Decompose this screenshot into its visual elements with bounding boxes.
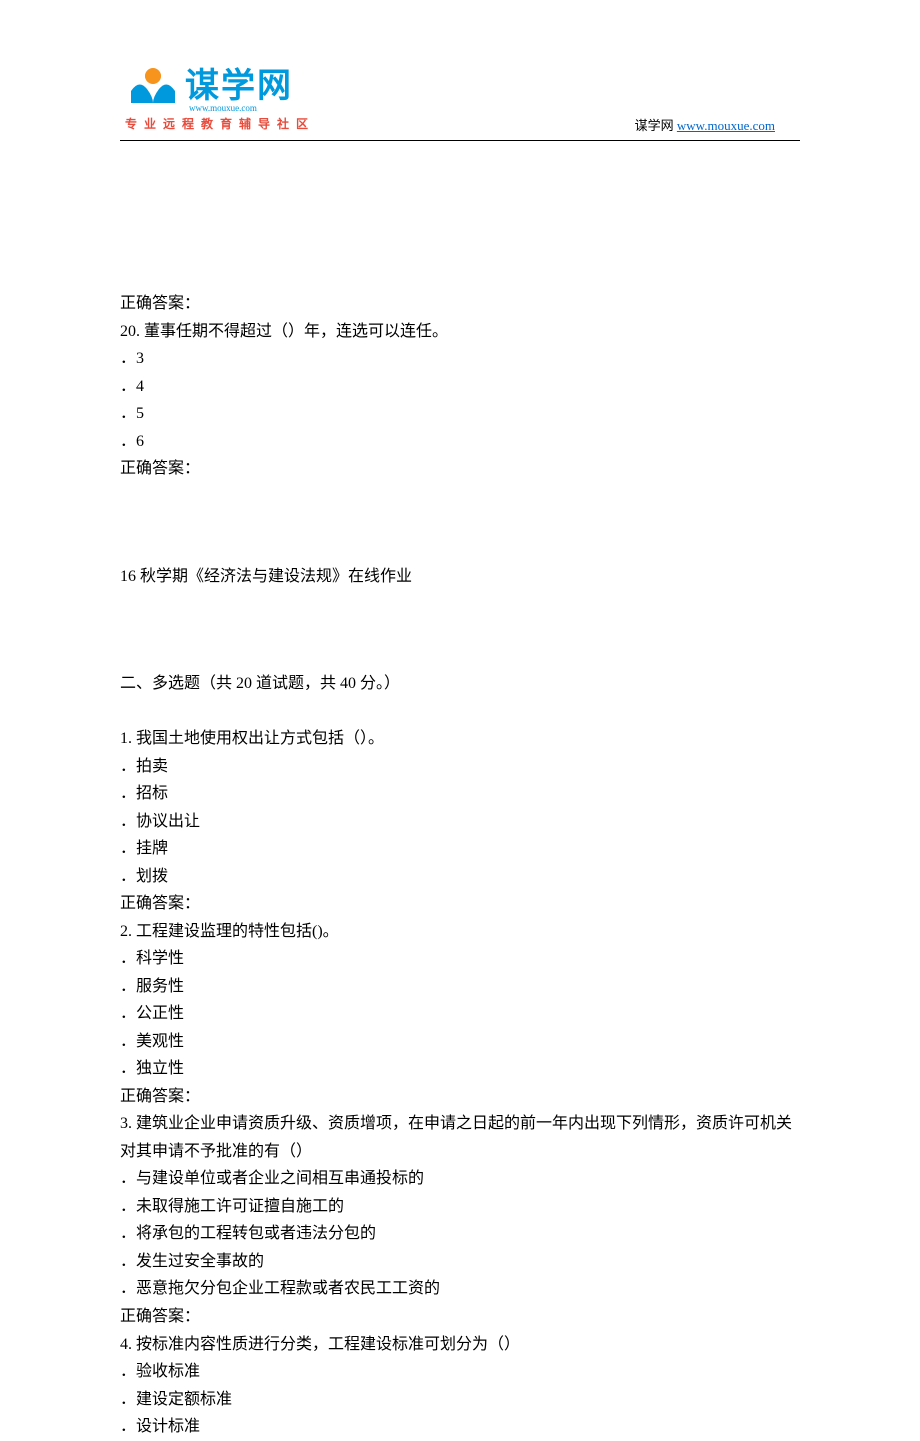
question-option: ．挂牌 <box>120 835 800 863</box>
question-option: ．拍卖 <box>120 753 800 781</box>
spacer <box>120 590 800 670</box>
question-option: ．科学性 <box>120 945 800 973</box>
question-option: ．设计标准 <box>120 1413 800 1441</box>
question-option: ．划拨 <box>120 863 800 891</box>
question-option: ．验收标准 <box>120 1358 800 1386</box>
logo-icon <box>125 65 181 107</box>
question-option: ．将承包的工程转包或者违法分包的 <box>120 1220 800 1248</box>
question-stem: 3. 建筑业企业申请资质升级、资质增项，在申请之日起的前一年内出现下列情形，资质… <box>120 1110 800 1165</box>
question-option: ．招标 <box>120 780 800 808</box>
question-option: ．美观性 <box>120 1028 800 1056</box>
correct-answer-label: 正确答案： <box>120 290 800 318</box>
site-url-link[interactable]: www.mouxue.com <box>677 118 775 133</box>
question-option: ．独立性 <box>120 1055 800 1083</box>
question-option: ．5 <box>120 400 800 428</box>
question-option: ．4 <box>120 373 800 401</box>
question-stem: 4. 按标准内容性质进行分类，工程建设标准可划分为（） <box>120 1331 800 1359</box>
logo: 谋学网 www.mouxue.com 专业远程教育辅导社区 <box>125 58 315 132</box>
logo-tagline: 专业远程教育辅导社区 <box>125 115 315 132</box>
question-option: ．恶意拖欠分包企业工程款或者农民工工资的 <box>120 1275 800 1303</box>
question-option: ．发生过安全事故的 <box>120 1248 800 1276</box>
site-name: 谋学网 <box>635 118 674 133</box>
header-divider <box>120 140 800 141</box>
correct-answer-label: 正确答案： <box>120 890 800 918</box>
question-option: ．未取得施工许可证擅自施工的 <box>120 1193 800 1221</box>
question-option: ．与建设单位或者企业之间相互串通投标的 <box>120 1165 800 1193</box>
correct-answer-label: 正确答案： <box>120 1083 800 1111</box>
spacer <box>120 483 800 563</box>
question-option: ．公正性 <box>120 1000 800 1028</box>
question-option: ．3 <box>120 345 800 373</box>
header-site-label: 谋学网 www.mouxue.com <box>635 115 775 134</box>
question-stem: 1. 我国土地使用权出让方式包括（）。 <box>120 725 800 753</box>
logo-top-row: 谋学网 www.mouxue.com <box>125 58 315 113</box>
page-header: 谋学网 www.mouxue.com 专业远程教育辅导社区 谋学网 www.mo… <box>0 0 920 135</box>
question-stem: 2. 工程建设监理的特性包括()。 <box>120 918 800 946</box>
question-option: ．6 <box>120 428 800 456</box>
correct-answer-label: 正确答案： <box>120 455 800 483</box>
logo-brand-text: 谋学网 <box>185 58 293 107</box>
document-body: 正确答案： 20. 董事任期不得超过（）年，连选可以连任。 ．3 ．4 ．5 ．… <box>0 135 920 1441</box>
section-heading: 二、多选题（共 20 道试题，共 40 分。） <box>120 670 800 698</box>
question-option: ．服务性 <box>120 973 800 1001</box>
question-option: ．协议出让 <box>120 808 800 836</box>
correct-answer-label: 正确答案： <box>120 1303 800 1331</box>
assignment-title: 16 秋学期《经济法与建设法规》在线作业 <box>120 563 800 591</box>
spacer-line <box>120 698 800 726</box>
question-option: ．建设定额标准 <box>120 1386 800 1414</box>
question-stem: 20. 董事任期不得超过（）年，连选可以连任。 <box>120 318 800 346</box>
logo-text-block: 谋学网 www.mouxue.com <box>185 58 293 113</box>
